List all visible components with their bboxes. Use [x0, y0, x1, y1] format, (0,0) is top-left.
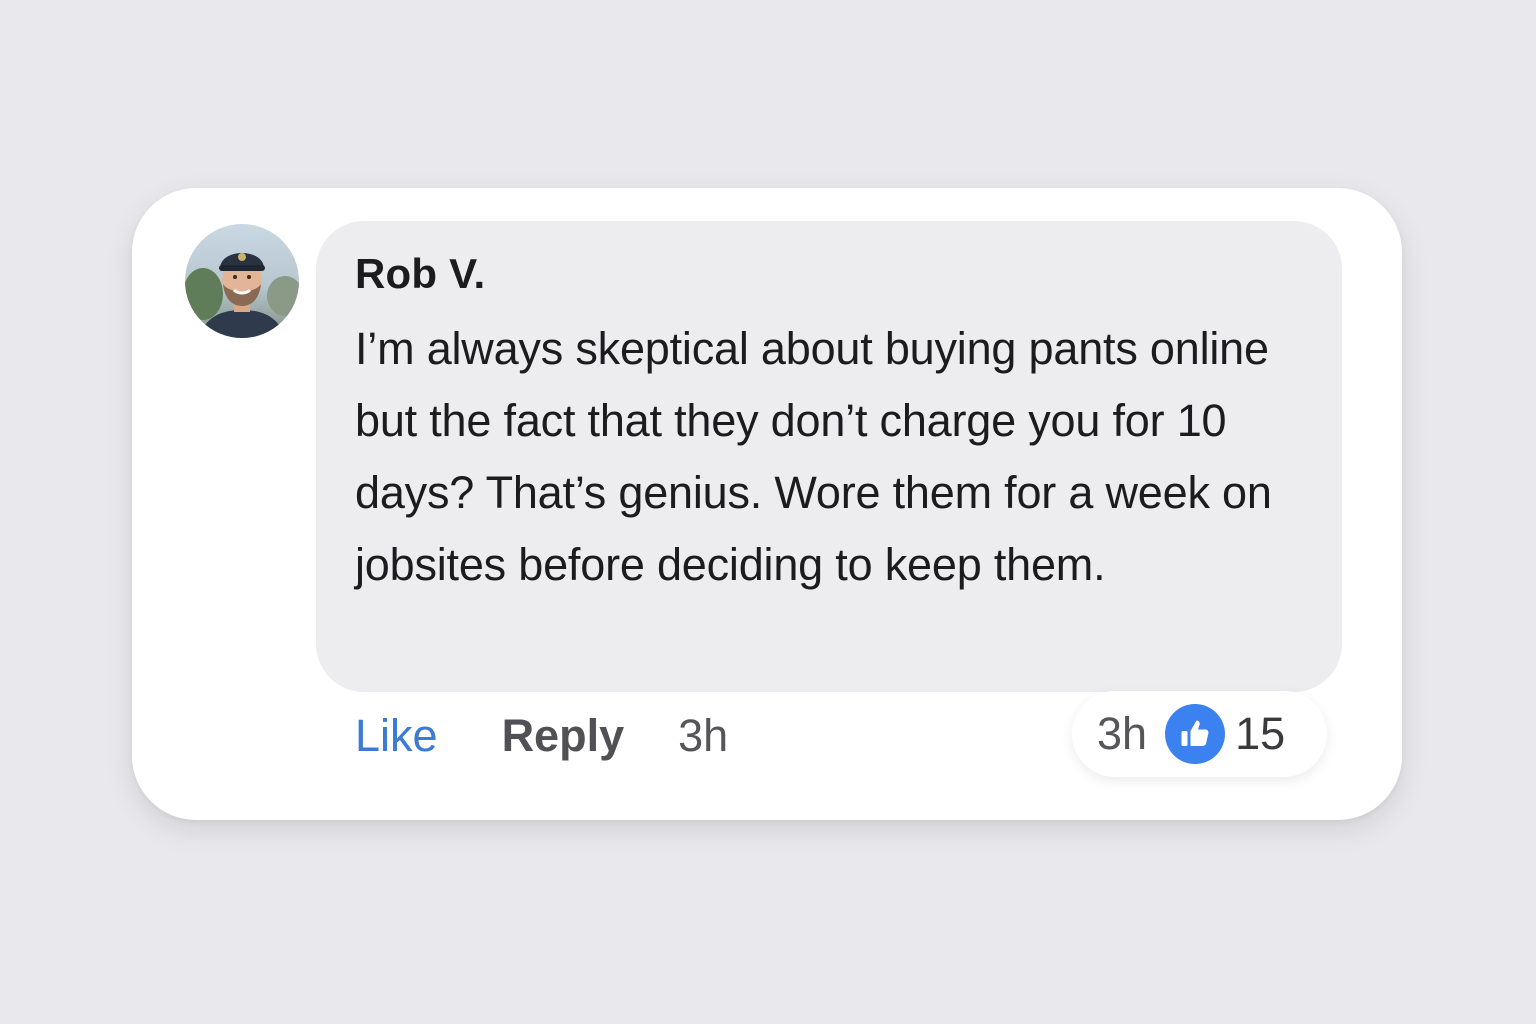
comment-bubble: Rob V. I’m always skeptical about buying… [316, 221, 1342, 692]
reaction-summary[interactable]: 3h 15 [1072, 691, 1327, 777]
comment-text: I’m always skeptical about buying pants … [355, 323, 1272, 590]
avatar[interactable] [185, 224, 299, 338]
comment-actions: Like Reply 3h [355, 706, 728, 766]
comment-card: Rob V. I’m always skeptical about buying… [132, 188, 1402, 820]
comment-timestamp: 3h [678, 710, 729, 761]
reply-button[interactable]: Reply [502, 710, 625, 762]
user-avatar-photo-icon [185, 253, 299, 338]
comment-author[interactable]: Rob V. [355, 247, 1302, 301]
reaction-count: 15 [1235, 708, 1286, 759]
like-button[interactable]: Like [355, 710, 438, 762]
thumbs-up-icon [1165, 704, 1226, 764]
reaction-timestamp: 3h [1097, 708, 1148, 759]
